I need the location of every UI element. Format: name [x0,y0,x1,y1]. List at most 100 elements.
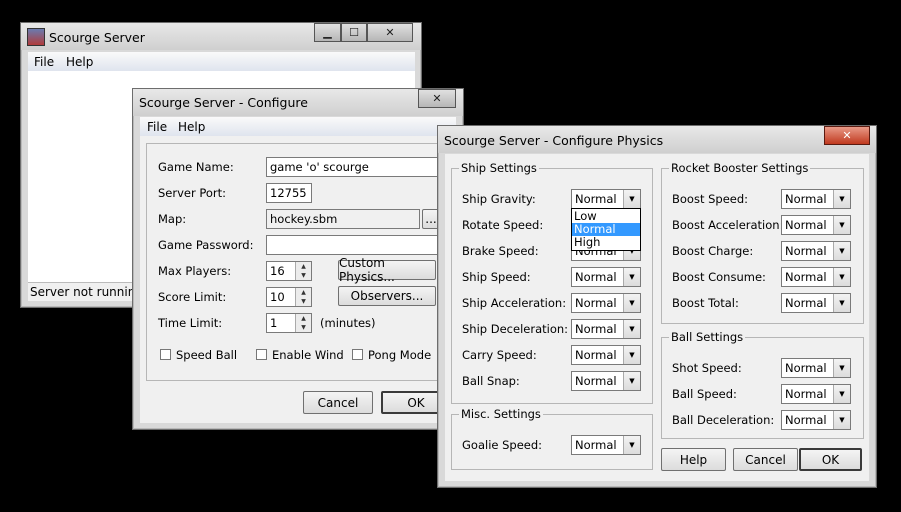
configure-title-bar[interactable]: Scourge Server - Configure ✕ [133,89,463,116]
server-port-input[interactable]: 12755 [266,183,312,203]
chevron-down-icon[interactable]: ▼ [623,268,640,286]
configure-client: File Help Game Name: game 'o' scourge Se… [140,117,458,423]
goalie-speed-label: Goalie Speed: [462,438,543,452]
ball-snap-value: Normal [575,374,617,388]
time-unit-label: (minutes) [320,316,376,330]
chevron-down-icon[interactable]: ▼ [623,372,640,390]
goalie-speed-value: Normal [575,438,617,452]
custom-physics-button[interactable]: Custom Physics... [338,256,436,284]
ship-speed-label: Ship Speed: [462,270,531,284]
chevron-down-icon[interactable]: ▼ [623,190,640,208]
boost-total-label: Boost Total: [672,296,739,310]
physics-help-button[interactable]: Help [661,448,726,471]
configure-title: Scourge Server - Configure [139,95,308,110]
max-players-spinner[interactable]: 16 ▲ ▼ [266,261,312,281]
chevron-down-icon[interactable]: ▼ [833,385,850,403]
score-limit-value: 10 [270,290,285,304]
close-icon: ✕ [432,92,442,105]
score-limit-label: Score Limit: [158,290,227,304]
main-window-title: Scourge Server [49,30,145,45]
map-input: hockey.sbm [266,209,420,229]
menu-help[interactable]: Help [66,55,93,69]
boost-charge-select[interactable]: Normal ▼ [781,241,851,261]
maximize-icon: ☐ [349,26,359,39]
goalie-speed-select[interactable]: Normal ▼ [571,435,641,455]
chevron-down-icon[interactable]: ▼ [833,190,850,208]
physics-window: Scourge Server - Configure Physics ✕ Shi… [437,125,877,488]
ship-gravity-select[interactable]: Normal ▼ [571,189,641,209]
ball-settings-title: Ball Settings [669,330,746,344]
ball-deceleration-value: Normal [785,413,827,427]
boost-speed-select[interactable]: Normal ▼ [781,189,851,209]
minimize-button[interactable]: ▁ [314,23,341,42]
ship-gravity-value: Normal [575,192,617,206]
map-label: Map: [158,212,187,226]
time-limit-label: Time Limit: [158,316,223,330]
ship-speed-select[interactable]: Normal ▼ [571,267,641,287]
ball-deceleration-select[interactable]: Normal ▼ [781,410,851,430]
chevron-down-icon[interactable]: ▼ [833,242,850,260]
boost-acceleration-value: Normal [785,218,827,232]
speed-ball-checkbox[interactable] [160,349,171,360]
menu-help[interactable]: Help [178,120,205,134]
ship-deceleration-label: Ship Deceleration: [462,322,569,336]
ship-gravity-dropdown-list[interactable]: Low Normal High [571,208,641,251]
chevron-down-icon[interactable]: ▼ [833,216,850,234]
game-name-input[interactable]: game 'o' scourge [266,157,456,177]
spin-down-icon[interactable]: ▼ [295,323,311,332]
spin-down-icon[interactable]: ▼ [295,271,311,280]
carry-speed-label: Carry Speed: [462,348,537,362]
game-password-label: Game Password: [158,238,254,252]
rotate-speed-label: Rotate Speed: [462,218,544,232]
ship-gravity-label: Ship Gravity: [462,192,536,206]
boost-total-select[interactable]: Normal ▼ [781,293,851,313]
game-name-label: Game Name: [158,160,234,174]
enable-wind-checkbox[interactable] [256,349,267,360]
maximize-button[interactable]: ☐ [341,23,367,42]
chevron-down-icon[interactable]: ▼ [623,294,640,312]
ball-snap-select[interactable]: Normal ▼ [571,371,641,391]
physics-close-button[interactable]: ✕ [824,126,870,145]
ship-deceleration-value: Normal [575,322,617,336]
chevron-down-icon[interactable]: ▼ [833,359,850,377]
observers-button[interactable]: Observers... [338,286,436,306]
ship-deceleration-select[interactable]: Normal ▼ [571,319,641,339]
chevron-down-icon[interactable]: ▼ [833,268,850,286]
main-title-bar[interactable]: Scourge Server ▁ ☐ ✕ [21,23,421,50]
configure-menu-bar: File Help [140,117,456,136]
carry-speed-select[interactable]: Normal ▼ [571,345,641,365]
menu-file[interactable]: File [147,120,167,134]
spin-down-icon[interactable]: ▼ [295,297,311,306]
chevron-down-icon[interactable]: ▼ [833,411,850,429]
physics-cancel-button[interactable]: Cancel [733,448,798,471]
ship-acceleration-label: Ship Acceleration: [462,296,567,310]
shot-speed-select[interactable]: Normal ▼ [781,358,851,378]
option-high[interactable]: High [572,236,640,249]
ball-speed-select[interactable]: Normal ▼ [781,384,851,404]
pong-mode-checkbox[interactable] [352,349,363,360]
menu-file[interactable]: File [34,55,54,69]
configure-close-button[interactable]: ✕ [418,89,456,108]
server-port-label: Server Port: [158,186,227,200]
game-password-input[interactable] [266,235,456,255]
shot-speed-label: Shot Speed: [672,361,742,375]
physics-title-bar[interactable]: Scourge Server - Configure Physics ✕ [438,126,876,153]
chevron-down-icon[interactable]: ▼ [623,436,640,454]
ship-acceleration-value: Normal [575,296,617,310]
ship-acceleration-select[interactable]: Normal ▼ [571,293,641,313]
physics-title: Scourge Server - Configure Physics [444,133,664,148]
carry-speed-value: Normal [575,348,617,362]
chevron-down-icon[interactable]: ▼ [623,320,640,338]
chevron-down-icon[interactable]: ▼ [623,346,640,364]
physics-ok-button[interactable]: OK [799,448,862,471]
boost-speed-value: Normal [785,192,827,206]
boost-acceleration-label: Boost Acceleration: [672,218,784,232]
main-menu-bar: File Help [28,52,415,71]
chevron-down-icon[interactable]: ▼ [833,294,850,312]
boost-consume-select[interactable]: Normal ▼ [781,267,851,287]
configure-cancel-button[interactable]: Cancel [303,391,373,414]
close-button[interactable]: ✕ [367,23,413,42]
time-limit-spinner[interactable]: 1 ▲ ▼ [266,313,312,333]
boost-acceleration-select[interactable]: Normal ▼ [781,215,851,235]
score-limit-spinner[interactable]: 10 ▲ ▼ [266,287,312,307]
